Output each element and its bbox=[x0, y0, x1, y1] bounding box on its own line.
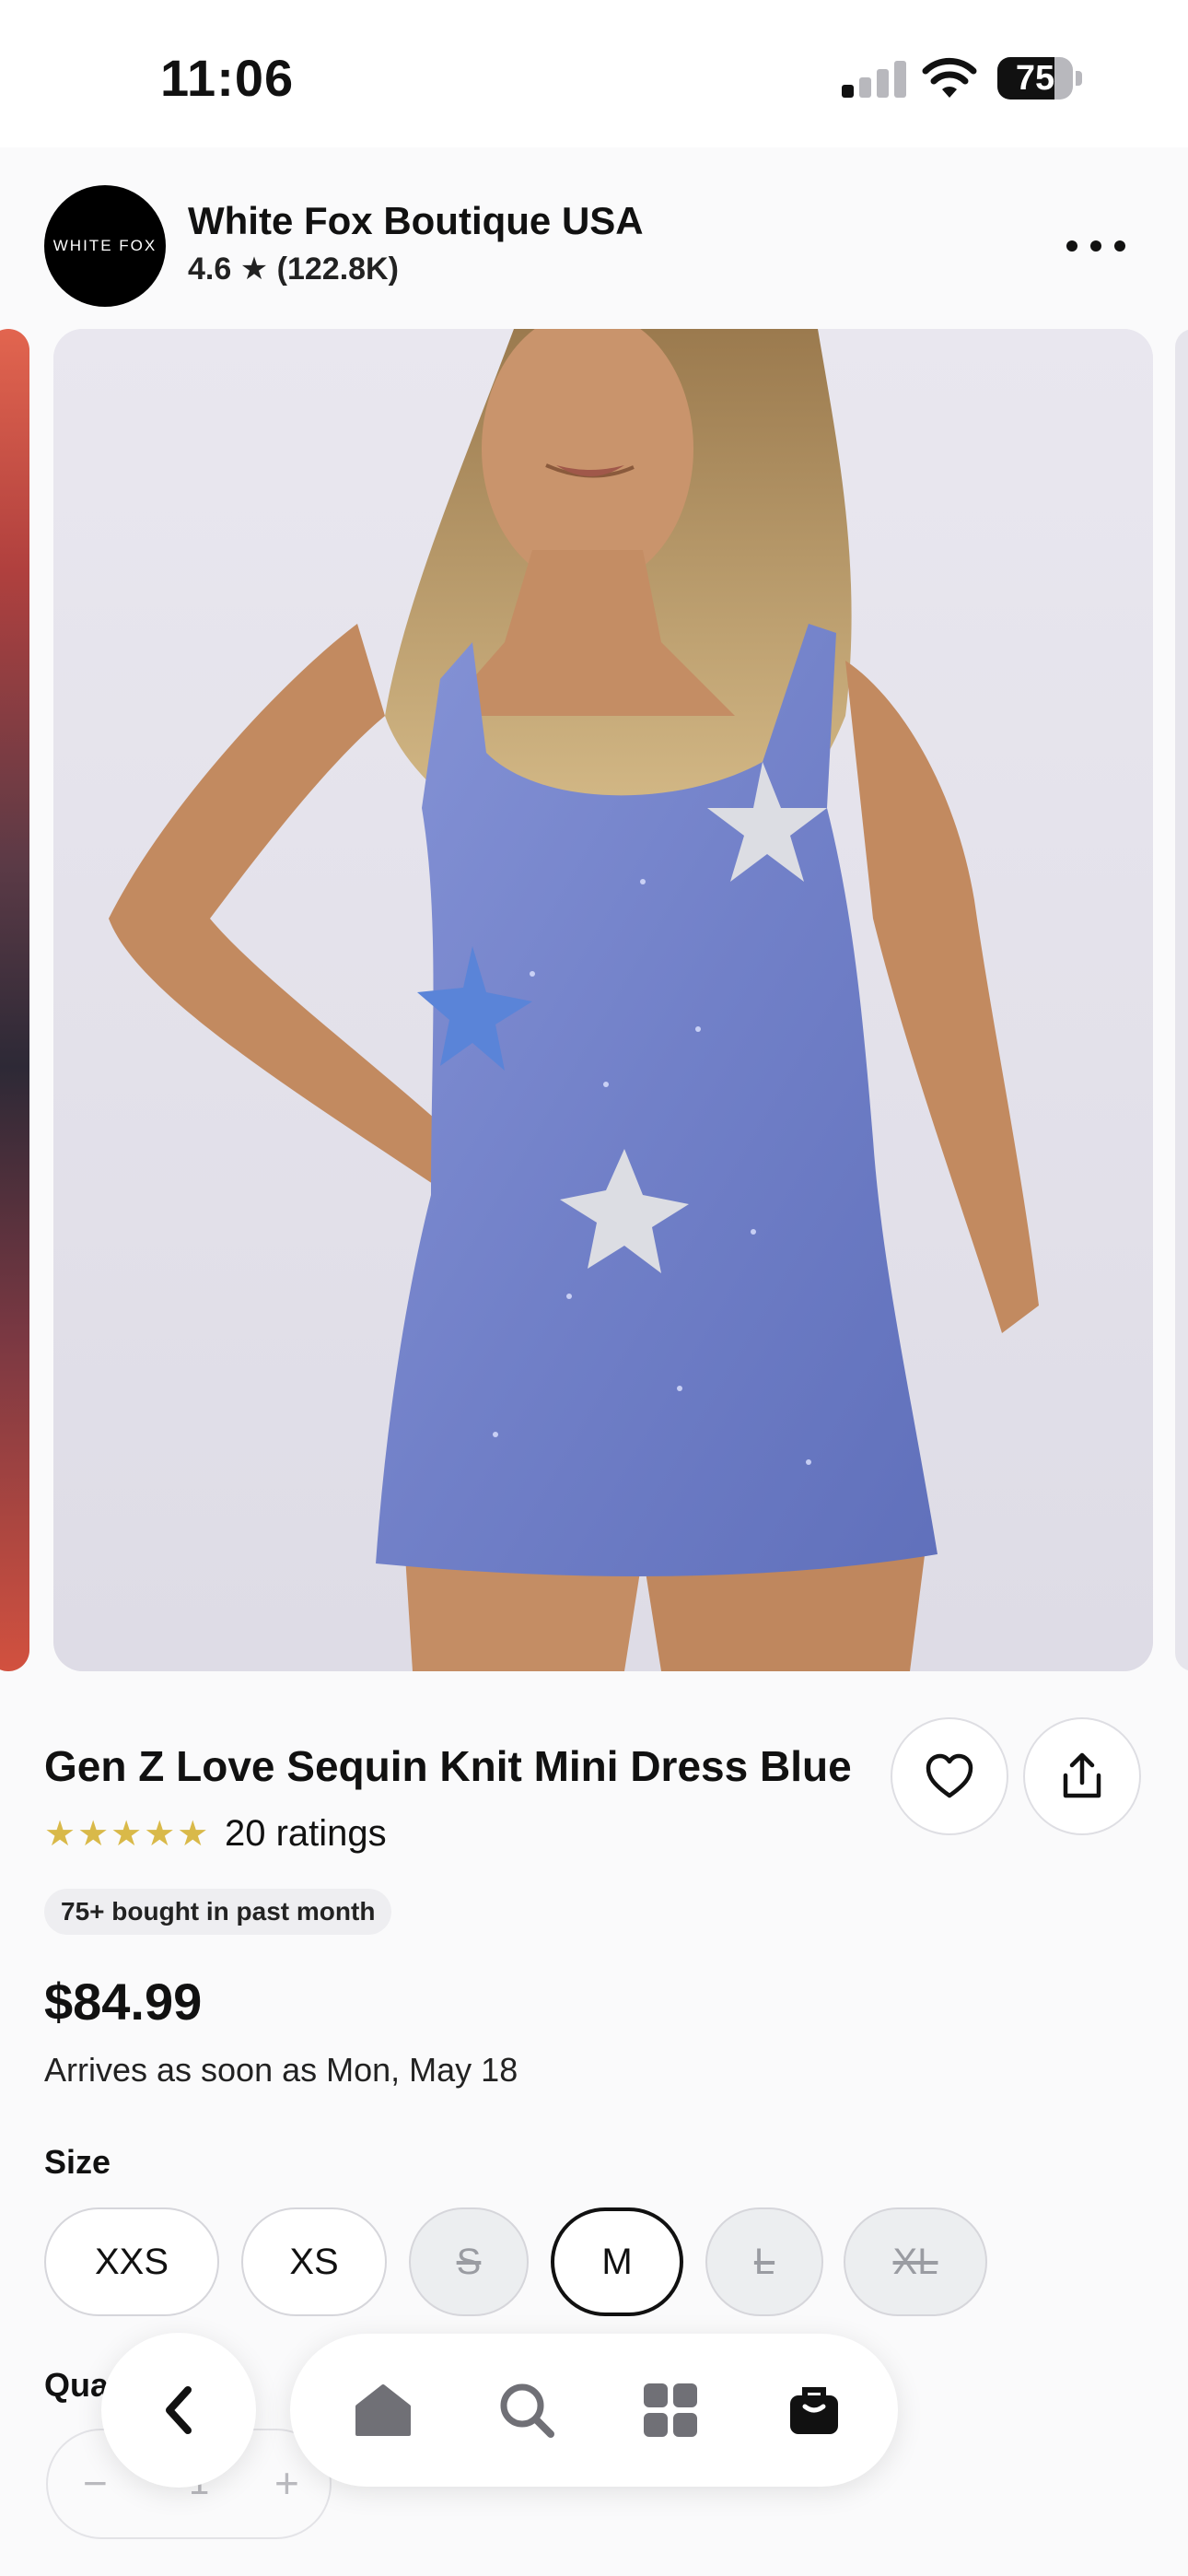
tab-search[interactable] bbox=[491, 2374, 563, 2446]
previous-image-peek[interactable] bbox=[0, 329, 29, 1671]
back-icon bbox=[166, 2386, 192, 2434]
more-icon bbox=[1066, 240, 1077, 252]
size-label: Size bbox=[44, 2143, 111, 2181]
search-icon bbox=[500, 2383, 554, 2438]
favorite-button[interactable] bbox=[891, 1717, 1008, 1835]
ratings-count[interactable]: 20 ratings bbox=[225, 1813, 387, 1855]
cellular-signal-icon bbox=[842, 61, 906, 98]
grid-icon bbox=[644, 2383, 697, 2437]
product-photo-illustration bbox=[53, 329, 1153, 1671]
size-option-xs[interactable]: XS bbox=[241, 2207, 387, 2316]
size-option-s[interactable]: S bbox=[409, 2207, 529, 2316]
size-option-xxs[interactable]: XXS bbox=[44, 2207, 219, 2316]
share-icon bbox=[1063, 1752, 1101, 1798]
heart-icon bbox=[926, 1753, 973, 1798]
bag-icon bbox=[790, 2387, 838, 2434]
status-time: 11:06 bbox=[160, 49, 295, 107]
tab-cart[interactable] bbox=[778, 2374, 850, 2446]
more-options-button[interactable] bbox=[1059, 221, 1133, 271]
home-icon bbox=[355, 2384, 411, 2436]
battery-icon: 75 bbox=[997, 57, 1082, 100]
shop-logo[interactable]: WHITE FOX bbox=[44, 185, 166, 307]
purchase-count-badge: 75+ bought in past month bbox=[44, 1889, 392, 1935]
next-image-peek[interactable] bbox=[1175, 329, 1188, 1671]
back-button[interactable] bbox=[101, 2333, 256, 2488]
rating-stars: ★★★★★ bbox=[44, 1815, 211, 1854]
product-image[interactable] bbox=[53, 329, 1153, 1671]
delivery-estimate: Arrives as soon as Mon, May 18 bbox=[44, 2051, 518, 2089]
share-button[interactable] bbox=[1023, 1717, 1141, 1835]
quantity-label: Qua bbox=[44, 2366, 110, 2404]
tab-home[interactable] bbox=[347, 2374, 419, 2446]
quantity-increment-button[interactable]: + bbox=[274, 2458, 299, 2508]
shop-rating: 4.6 ★ (122.8K) bbox=[188, 252, 399, 287]
shop-name[interactable]: White Fox Boutique USA bbox=[188, 199, 644, 243]
product-price: $84.99 bbox=[44, 1973, 203, 2031]
tab-bar bbox=[290, 2334, 898, 2487]
tab-categories[interactable] bbox=[635, 2374, 706, 2446]
product-title: Gen Z Love Sequin Knit Mini Dress Blue bbox=[44, 1742, 852, 1790]
size-option-m[interactable]: M bbox=[551, 2207, 683, 2316]
size-option-l[interactable]: L bbox=[705, 2207, 823, 2316]
size-option-xl[interactable]: XL bbox=[844, 2207, 987, 2316]
battery-percentage: 75 bbox=[1015, 59, 1055, 98]
quantity-decrement-button[interactable]: − bbox=[83, 2458, 108, 2508]
wifi-icon bbox=[922, 57, 977, 98]
status-bar: 11:06 75 bbox=[0, 0, 1188, 147]
